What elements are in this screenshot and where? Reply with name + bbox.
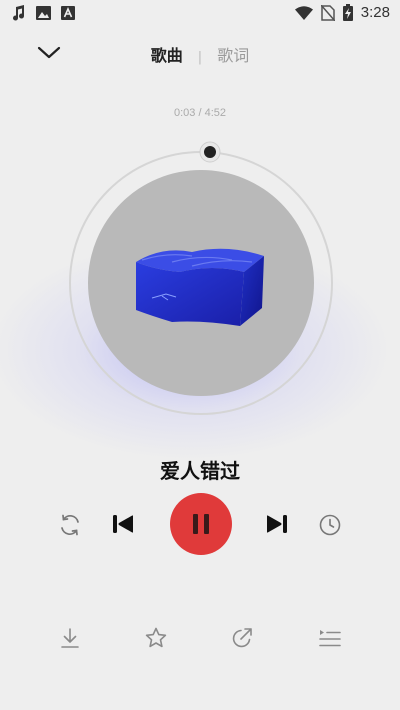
progress-knob[interactable] — [199, 141, 221, 163]
pause-icon — [193, 514, 198, 534]
repeat-icon[interactable] — [58, 513, 82, 537]
album-disc — [88, 170, 314, 396]
song-title: 爱人错过 — [160, 459, 240, 483]
download-icon[interactable] — [58, 626, 82, 650]
share-icon[interactable] — [230, 626, 254, 650]
previous-icon[interactable] — [111, 512, 135, 536]
star-icon[interactable] — [144, 626, 168, 650]
album-art — [136, 248, 264, 326]
pause-button[interactable] — [170, 493, 232, 555]
timer-icon[interactable] — [318, 513, 342, 537]
next-icon[interactable] — [265, 512, 289, 536]
playlist-icon[interactable] — [318, 626, 342, 650]
pause-icon — [204, 514, 209, 534]
